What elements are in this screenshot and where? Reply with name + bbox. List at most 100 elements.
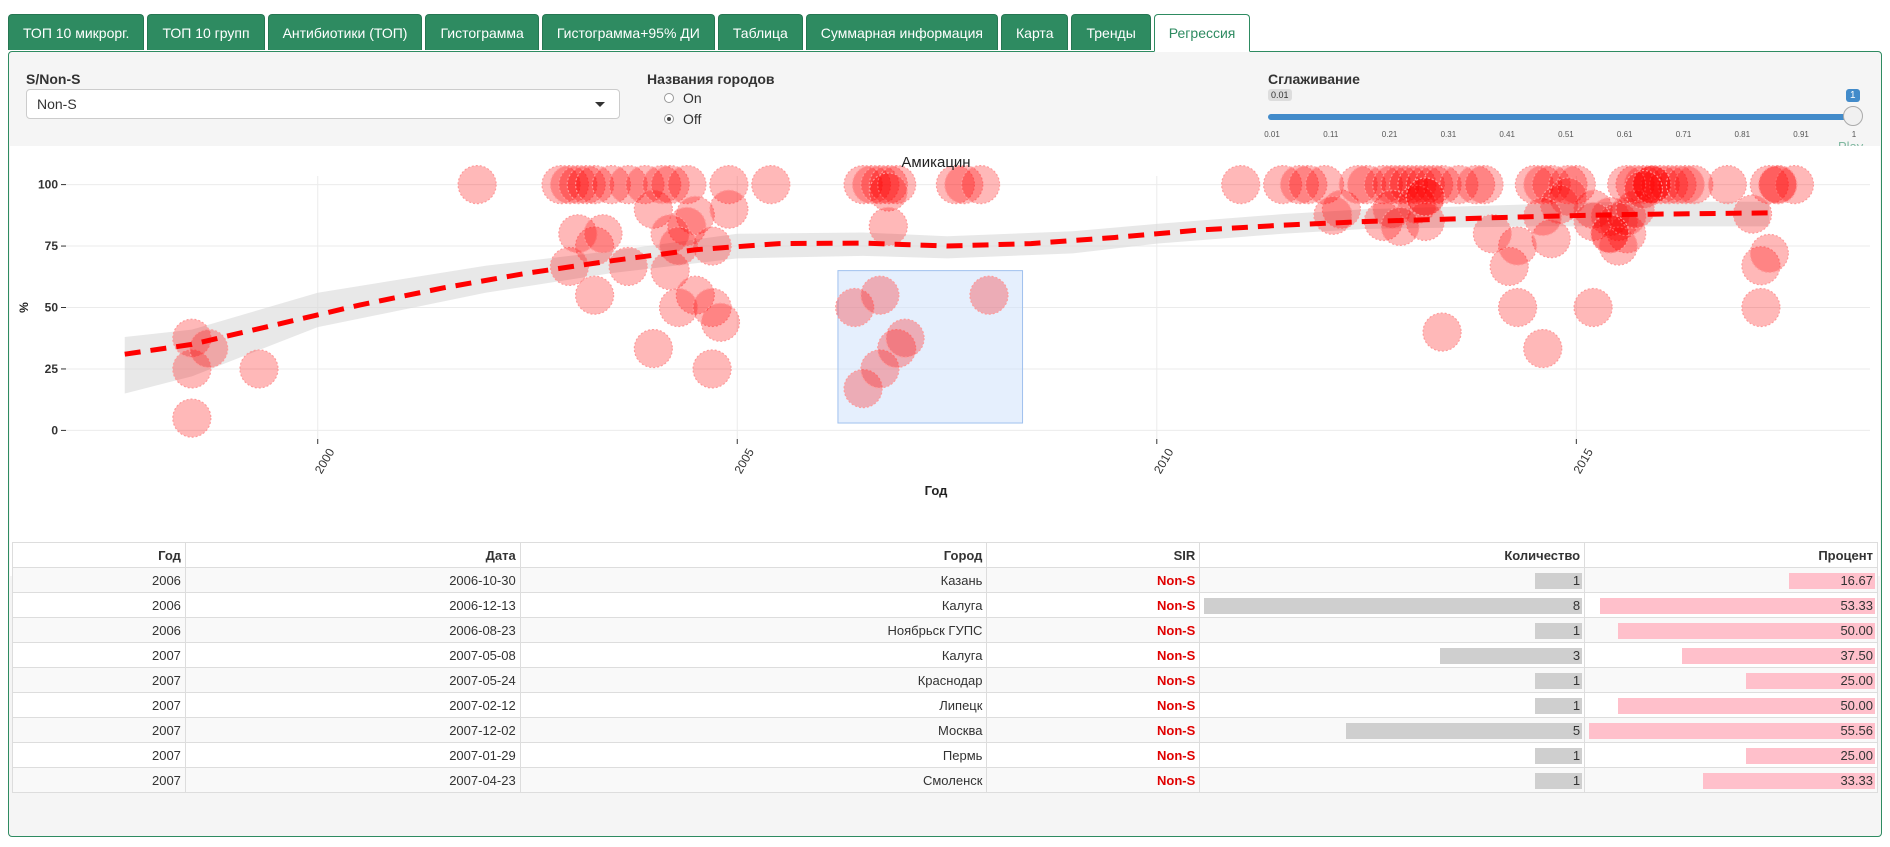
tab-top10-groups[interactable]: ТОП 10 групп — [147, 14, 265, 50]
data-point — [1464, 165, 1504, 205]
table-row: 2006 2006-12-13 Калуга Non-S 8 53.33 — [12, 592, 1878, 618]
slider-tick-label: 0.61 — [1616, 130, 1633, 139]
table-header-row: Год Дата Город SIR Количество Процент — [12, 542, 1878, 568]
data-point — [860, 275, 900, 315]
data-point — [1590, 214, 1630, 254]
col-header-sir[interactable]: SIR — [986, 542, 1201, 568]
data-point — [868, 206, 908, 246]
sir-select[interactable]: Non-S — [26, 89, 620, 119]
slider-tick-label: 0.21 — [1381, 130, 1398, 139]
tab-histogram-ci[interactable]: Гистограмма+95% ДИ — [541, 14, 715, 50]
cell-sir: Non-S — [986, 592, 1201, 618]
y-tick-label: 75 — [45, 239, 59, 253]
data-point — [700, 302, 741, 342]
slider-tick-label: 0.31 — [1440, 130, 1457, 139]
cell-percent: 25.00 — [1584, 742, 1878, 768]
slider-tick-label: 0.11 — [1323, 130, 1339, 139]
y-tick-label: 50 — [45, 301, 59, 315]
smoothing-slider-track[interactable] — [1268, 114, 1854, 120]
cell-sir: Non-S — [986, 717, 1201, 743]
cell-city: Калуга — [519, 592, 988, 618]
cell-count: 1 — [1199, 742, 1586, 768]
col-header-year[interactable]: Год — [12, 542, 186, 568]
col-header-city[interactable]: Город — [519, 542, 988, 568]
cell-year: 2006 — [12, 592, 186, 618]
data-point — [583, 214, 623, 254]
data-point — [1497, 287, 1538, 328]
tab-antibiotics-top[interactable]: Антибиотики (ТОП) — [267, 14, 423, 50]
col-header-date[interactable]: Дата — [184, 542, 521, 568]
tab-summary[interactable]: Суммарная информация — [805, 14, 999, 50]
data-table: Год Дата Город SIR Количество Процент 20… — [12, 542, 1878, 793]
cell-percent: 50.00 — [1584, 692, 1878, 718]
percent-bar — [1600, 598, 1875, 614]
cell-sir: Non-S — [986, 742, 1201, 768]
cell-sir: Non-S — [986, 567, 1201, 593]
radio-cities-on[interactable]: On — [664, 89, 702, 107]
cell-percent: 55.56 — [1584, 717, 1878, 743]
cell-sir: Non-S — [986, 767, 1201, 793]
cell-year: 2007 — [12, 692, 186, 718]
cell-city: Липецк — [519, 692, 988, 718]
cell-date: 2006-08-23 — [184, 617, 521, 643]
cell-percent: 50.00 — [1584, 617, 1878, 643]
data-point — [239, 349, 279, 389]
cell-year: 2007 — [12, 717, 186, 743]
count-value: 1 — [1572, 672, 1581, 688]
data-point — [457, 165, 497, 205]
slider-tick-label: 1 — [1851, 130, 1857, 139]
count-value: 1 — [1572, 572, 1581, 588]
data-point — [692, 349, 732, 389]
count-bar — [1440, 648, 1583, 664]
radio-cities-off[interactable]: Off — [664, 110, 701, 128]
slider-tick-label: 0.01 — [1264, 130, 1280, 139]
sir-select-value: Non-S — [37, 96, 77, 112]
data-point — [608, 246, 648, 287]
tab-map[interactable]: Карта — [1001, 14, 1069, 50]
data-point — [960, 165, 1001, 205]
data-point — [1313, 195, 1353, 235]
data-point — [575, 275, 615, 315]
percent-value: 37.50 — [1840, 647, 1873, 663]
cell-date: 2007-05-24 — [184, 667, 521, 693]
cell-year: 2006 — [12, 567, 186, 593]
data-point — [1758, 165, 1798, 205]
cell-city: Калуга — [519, 642, 988, 668]
cell-percent: 25.00 — [1584, 667, 1878, 693]
data-point — [633, 328, 673, 369]
radio-button[interactable] — [664, 93, 674, 103]
tab-table[interactable]: Таблица — [717, 14, 803, 50]
radio-button[interactable] — [664, 114, 674, 124]
data-point — [1573, 287, 1613, 328]
percent-value: 50.00 — [1840, 622, 1873, 638]
percent-value: 25.00 — [1840, 747, 1873, 763]
col-header-percent[interactable]: Процент — [1584, 542, 1878, 568]
smoothing-slider-handle[interactable] — [1843, 106, 1863, 126]
tab-top10-microorganisms[interactable]: ТОП 10 микрорг. — [8, 14, 145, 50]
cell-sir: Non-S — [986, 692, 1201, 718]
cell-sir: Non-S — [986, 667, 1201, 693]
y-tick-label: 0 — [51, 423, 58, 437]
tab-trends[interactable]: Тренды — [1071, 14, 1151, 50]
col-header-count[interactable]: Количество — [1199, 542, 1586, 568]
x-tick-label: 2010 — [1151, 446, 1177, 476]
table-row: 2007 2007-05-24 Краснодар Non-S 1 25.00 — [12, 667, 1878, 693]
tab-histogram[interactable]: Гистограмма — [425, 14, 539, 50]
data-point — [1422, 312, 1462, 352]
tab-regression[interactable]: Регрессия — [1153, 14, 1251, 52]
table-row: 2006 2006-08-23 Ноябрьск ГУПС Non-S 1 50.00 — [12, 617, 1878, 643]
count-value: 1 — [1572, 747, 1581, 763]
x-tick-label: 2015 — [1571, 446, 1597, 476]
cell-date: 2007-04-23 — [184, 767, 521, 793]
percent-value: 53.33 — [1840, 597, 1873, 613]
table-row: 2007 2007-12-02 Москва Non-S 5 55.56 — [12, 717, 1878, 743]
x-tick-label: 2005 — [731, 446, 757, 476]
data-point — [1741, 287, 1781, 328]
percent-value: 55.56 — [1840, 722, 1873, 738]
cell-year: 2006 — [12, 617, 186, 643]
cell-city: Ноябрьск ГУПС — [519, 617, 988, 643]
radio-label: Off — [683, 111, 702, 127]
cell-percent: 37.50 — [1584, 642, 1878, 668]
cell-date: 2007-05-08 — [184, 642, 521, 668]
cell-percent: 16.67 — [1584, 567, 1878, 593]
